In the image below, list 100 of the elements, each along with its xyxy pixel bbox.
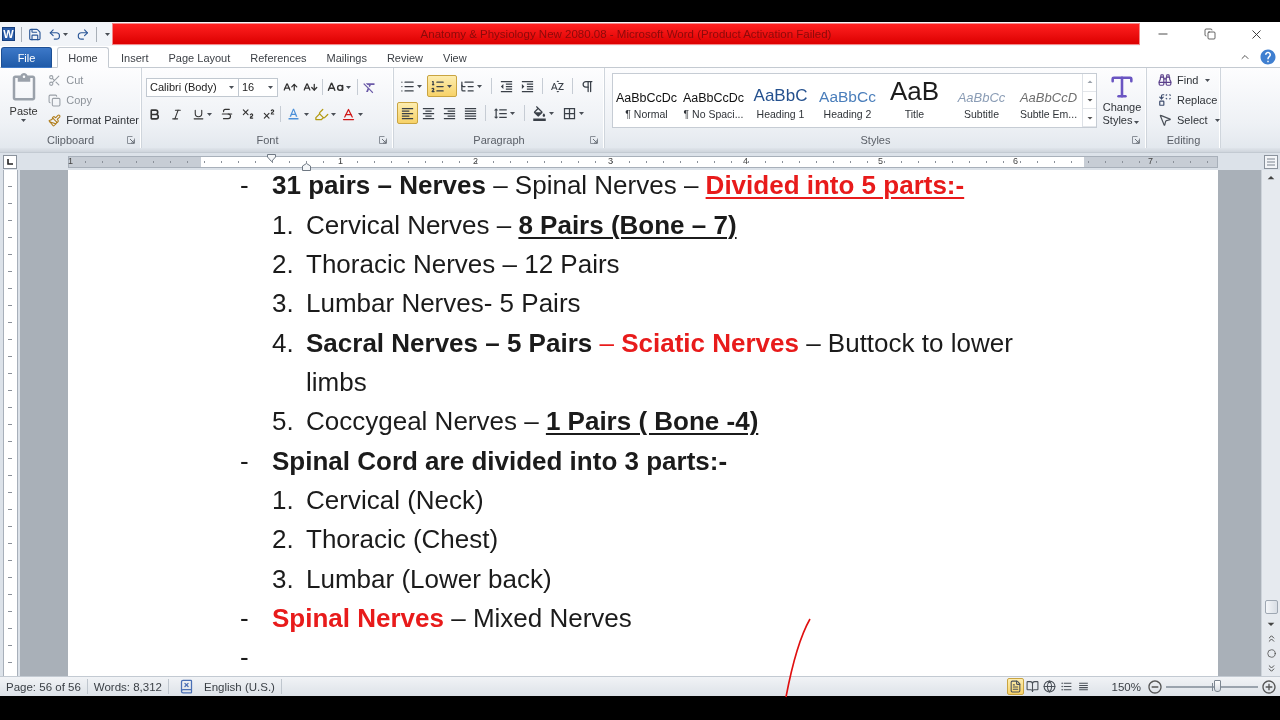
- list-marker: 2.: [272, 523, 295, 557]
- pointer-icon: [1158, 113, 1172, 127]
- font-size-field[interactable]: 16: [238, 77, 278, 97]
- zoom-slider-thumb[interactable]: [1213, 679, 1221, 692]
- word-count[interactable]: Words: 8,312: [87, 677, 168, 696]
- caret-icon[interactable]: [331, 112, 336, 116]
- caret-icon[interactable]: [21, 119, 27, 122]
- style-preview[interactable]: AaBbCcDc: [682, 91, 745, 104]
- undo-icon[interactable]: [47, 26, 62, 42]
- proofing-icon[interactable]: [179, 679, 194, 694]
- style-preview[interactable]: AaBbCcDc: [615, 91, 678, 104]
- customize-caret-icon[interactable]: [105, 32, 111, 36]
- caret-icon[interactable]: [579, 111, 584, 115]
- restore-icon[interactable]: [1204, 28, 1216, 40]
- change-styles-button[interactable]: Change Styles: [1100, 73, 1144, 132]
- zoom-level[interactable]: 150%: [1105, 677, 1147, 696]
- ruler[interactable]: 1 1 2 3 4 5 6 7: [68, 155, 1218, 168]
- language[interactable]: English (U.S.): [198, 677, 281, 696]
- italic-icon[interactable]: [170, 107, 183, 121]
- help-icon[interactable]: [1259, 47, 1277, 66]
- ribbon-tab[interactable]: Home: [57, 47, 109, 68]
- view-button[interactable]: [1023, 678, 1041, 695]
- find-button[interactable]: Find: [1156, 70, 1224, 90]
- list-item-text: Lumbar Nerves- 5 Pairs: [306, 287, 582, 321]
- style-name[interactable]: Heading 1: [756, 108, 805, 120]
- ribbon-tab[interactable]: Insert: [111, 47, 159, 68]
- style-preview[interactable]: AaB: [889, 78, 940, 104]
- caret-icon[interactable]: [1134, 120, 1140, 124]
- redo-icon[interactable]: [76, 26, 91, 42]
- style-name[interactable]: Subtle Em...: [1019, 108, 1078, 120]
- style-name[interactable]: Heading 2: [823, 108, 872, 120]
- style-name[interactable]: ¶ Normal: [625, 108, 668, 120]
- format-painter-button[interactable]: Format Painter: [46, 110, 141, 130]
- caret-icon[interactable]: [477, 84, 482, 88]
- ribbon-tab[interactable]: File: [1, 47, 52, 68]
- style-preview[interactable]: AaBbCcD: [1019, 91, 1078, 104]
- style-name[interactable]: Title: [904, 108, 925, 120]
- save-icon[interactable]: [27, 26, 42, 42]
- caret-icon[interactable]: [447, 84, 452, 88]
- style-name[interactable]: Subtitle: [964, 108, 999, 120]
- list-marker: 3.: [272, 287, 295, 321]
- caret-icon[interactable]: [268, 85, 273, 89]
- caret-icon[interactable]: [1214, 118, 1220, 122]
- ribbon-tab[interactable]: Review: [376, 47, 433, 68]
- group-label: Clipboard: [45, 134, 96, 146]
- binoculars-icon: [1158, 73, 1172, 87]
- font-name-field[interactable]: Calibri (Body): [146, 77, 239, 97]
- caret-icon[interactable]: [510, 111, 515, 115]
- font-color-icon[interactable]: [341, 106, 356, 122]
- ribbon-tab[interactable]: Mailings: [316, 47, 377, 68]
- ruler-number: 3: [608, 157, 613, 166]
- caret-icon[interactable]: [417, 84, 422, 88]
- underline-icon[interactable]: [192, 107, 205, 121]
- list-item-text: Sacral Nerves – 5 Pairs – Sciatic Nerves – Buttock to lower limbs: [306, 326, 1014, 399]
- list-marker: 4.: [272, 326, 295, 360]
- caret-icon[interactable]: [1205, 78, 1211, 82]
- strikethrough-icon[interactable]: [220, 107, 234, 121]
- ribbon-tab[interactable]: References: [240, 47, 317, 68]
- paragraph-button[interactable]: [397, 102, 418, 124]
- scissors-icon: [48, 73, 62, 87]
- bold-icon[interactable]: [148, 107, 161, 121]
- caret-icon[interactable]: [549, 111, 554, 115]
- replace-button[interactable]: Replace: [1156, 90, 1224, 110]
- group-label: Editing: [1165, 134, 1202, 146]
- pilcrow-icon: [580, 78, 595, 94]
- tab-stop-icon[interactable]: [3, 154, 17, 169]
- ruler-toggle-icon[interactable]: [1264, 154, 1278, 169]
- open-book-icon: [1025, 680, 1039, 693]
- zoom-out-icon[interactable]: [1147, 678, 1163, 695]
- paragraph-button[interactable]: [427, 75, 457, 97]
- align-left-icon: [400, 105, 415, 121]
- select-button[interactable]: Select: [1156, 110, 1224, 130]
- group-label: Paragraph: [472, 134, 526, 146]
- view-button[interactable]: [1040, 678, 1058, 695]
- view-button[interactable]: [1006, 678, 1024, 695]
- ribbon-tab[interactable]: View: [433, 47, 477, 68]
- style-name[interactable]: ¶ No Spaci...: [683, 108, 744, 120]
- caret-icon[interactable]: [358, 112, 363, 116]
- align-center-icon: [421, 105, 436, 121]
- dialog-launcher-icon[interactable]: [379, 136, 387, 144]
- list-marker: -: [240, 601, 250, 635]
- caret-icon[interactable]: [63, 32, 69, 36]
- caret-icon[interactable]: [229, 85, 234, 89]
- dialog-launcher-icon[interactable]: [1132, 136, 1140, 144]
- page-count[interactable]: Page: 56 of 56: [0, 677, 87, 696]
- style-preview[interactable]: AaBbC: [753, 87, 808, 104]
- caret-icon[interactable]: [207, 112, 212, 116]
- superscript-icon[interactable]: [262, 107, 276, 121]
- dialog-launcher-icon[interactable]: [590, 136, 598, 144]
- caret-icon[interactable]: [304, 112, 309, 116]
- subscript-icon[interactable]: [241, 107, 255, 121]
- caret-icon[interactable]: [346, 85, 351, 89]
- style-preview[interactable]: AaBbCc: [819, 88, 876, 104]
- ribbon-tab[interactable]: Page Layout: [158, 47, 241, 68]
- paste-button[interactable]: Paste: [6, 70, 42, 132]
- page-icon: [1008, 680, 1022, 693]
- scroll-thumb[interactable]: [1264, 600, 1278, 614]
- browse-object-icon[interactable]: [1266, 649, 1276, 658]
- zoom-in-icon[interactable]: [1261, 678, 1277, 695]
- dialog-launcher-icon[interactable]: [127, 136, 135, 144]
